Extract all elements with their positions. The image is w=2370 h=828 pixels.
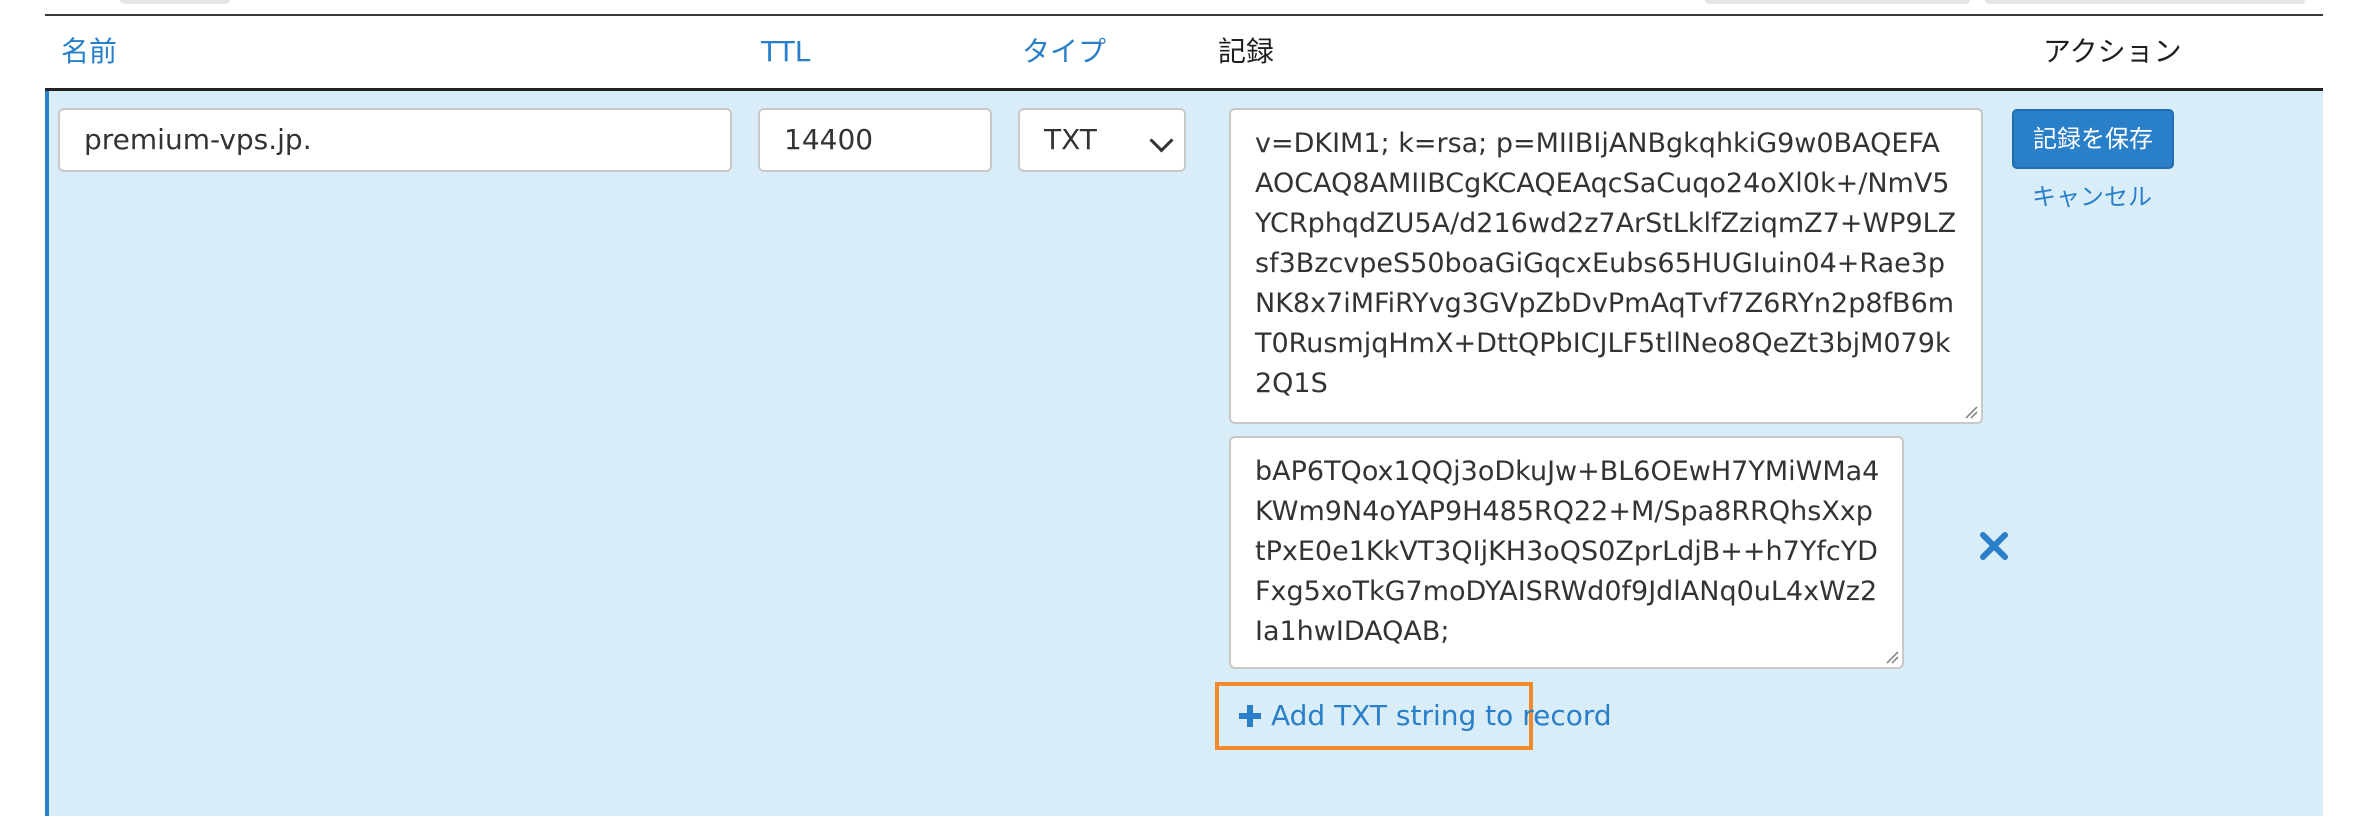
record-name-input[interactable]: premium-vps.jp.	[58, 108, 732, 172]
top-button-stub	[1985, 0, 2305, 4]
record-type-value: TXT	[1044, 123, 1097, 156]
header-record: 記録	[1218, 35, 1275, 68]
header-ttl-sort-link[interactable]: TTL	[761, 34, 810, 70]
add-txt-string-label: Add TXT string to record	[1271, 699, 1612, 732]
add-txt-string-highlight: Add TXT string to record	[1215, 682, 1612, 750]
txt-string-1-value: v=DKIM1; k=rsa; p=MIIBIjANBgkqhkiG9w0BAQ…	[1255, 128, 1957, 399]
record-ttl-input[interactable]: 14400	[758, 108, 992, 172]
record-type-select[interactable]: TXT	[1018, 108, 1186, 172]
table-header-row: 名前 TTL タイプ 記録 アクション	[45, 16, 2323, 88]
header-type-sort-link[interactable]: タイプ	[1022, 34, 1106, 70]
top-button-stub	[1705, 0, 1970, 4]
dns-zone-editor: 名前 TTL タイプ 記録 アクション premium-vps.jp. 1440…	[0, 0, 2370, 828]
header-actions: アクション	[2043, 35, 2182, 68]
save-record-button[interactable]: 記録を保存	[2012, 109, 2174, 169]
cancel-link[interactable]: キャンセル	[2032, 179, 2152, 215]
plus-icon	[1239, 705, 1261, 727]
txt-string-textarea-2[interactable]: bAP6TQox1QQj3oDkuJw+BL6OEwH7YMiWMa4KWm9N…	[1229, 436, 1904, 669]
resize-grip-icon[interactable]	[1964, 405, 1978, 419]
close-icon[interactable]	[1979, 531, 2009, 561]
txt-string-textarea-1[interactable]: v=DKIM1; k=rsa; p=MIIBIjANBgkqhkiG9w0BAQ…	[1229, 108, 1983, 424]
txt-string-2-value: bAP6TQox1QQj3oDkuJw+BL6OEwH7YMiWMa4KWm9N…	[1255, 456, 1880, 647]
top-button-stub	[120, 0, 230, 4]
record-edit-row: premium-vps.jp. 14400 TXT v=DKIM1; k=rsa…	[45, 91, 2323, 816]
header-name-sort-link[interactable]: 名前	[61, 34, 117, 70]
add-txt-string-link[interactable]: Add TXT string to record	[1239, 698, 1612, 734]
chevron-down-icon	[1149, 128, 1174, 153]
resize-grip-icon[interactable]	[1885, 650, 1899, 664]
